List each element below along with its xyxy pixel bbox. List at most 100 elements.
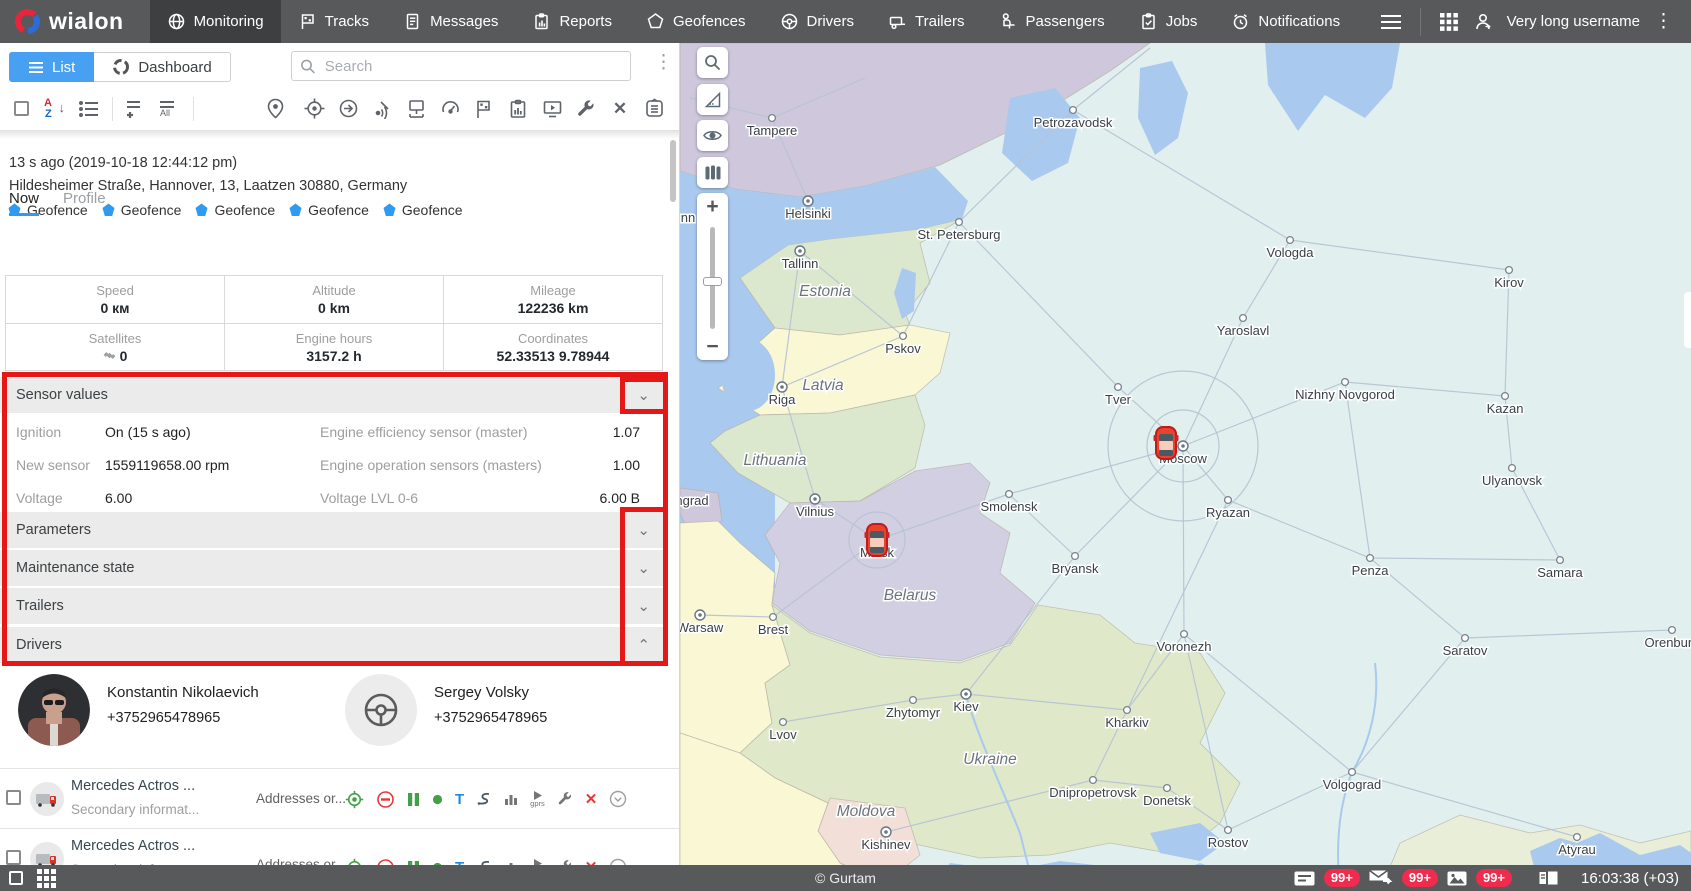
text-label-icon[interactable]: T: [455, 792, 464, 807]
media-image-icon[interactable]: [1447, 871, 1467, 886]
clear-x-button[interactable]: ✕: [607, 96, 633, 122]
tracks-flag-button[interactable]: [471, 96, 497, 122]
map-region-label: Moldova: [837, 803, 896, 820]
search-input[interactable]: [323, 57, 622, 76]
map-area[interactable]: TamperePetrozavodskHelsinkiSt. Petersbur…: [680, 43, 1691, 891]
properties-wrench-button[interactable]: [573, 96, 599, 122]
map-city-label: Petrozavodsk: [1034, 115, 1113, 130]
sensor-value: On (15 s ago): [105, 424, 191, 440]
wialon-logo-icon: [14, 8, 41, 35]
location-pin-icon[interactable]: [262, 96, 288, 122]
user-icon[interactable]: [1467, 12, 1499, 32]
layout-toggle-icon[interactable]: [1539, 871, 1558, 885]
nav-tab-notifications[interactable]: Notifications: [1214, 0, 1357, 43]
quick-report-button[interactable]: [505, 96, 531, 122]
map-city-label: nn: [681, 210, 695, 225]
motion-state-icon[interactable]: [407, 792, 420, 807]
hamburger-menu-icon[interactable]: [1372, 14, 1410, 30]
geofence-chip[interactable]: Geofence: [195, 202, 275, 218]
map-layers-button[interactable]: [697, 157, 728, 188]
speedometer-button[interactable]: [437, 96, 463, 122]
geofence-chip[interactable]: Geofence: [383, 202, 463, 218]
map-city-label: Helsinki: [785, 206, 831, 221]
nav-tab-trailers[interactable]: Trailers: [871, 0, 981, 43]
toolbar-divider: [112, 97, 113, 121]
notes-clipboard-button[interactable]: [641, 96, 667, 122]
unit-name[interactable]: Mercedes Actros ...: [71, 838, 195, 854]
unit-car-marker[interactable]: [865, 524, 890, 556]
panel-scrollbar-thumb[interactable]: [670, 140, 676, 202]
all-label: All: [160, 108, 170, 118]
move-to-unit-button[interactable]: [335, 96, 361, 122]
zoom-in-button[interactable]: +: [697, 193, 728, 221]
map-city: ngrad: [680, 493, 709, 508]
select-all-checkbox[interactable]: [8, 96, 34, 122]
user-menu-dots-icon[interactable]: ⋮: [1646, 12, 1681, 31]
unit-checkbox[interactable]: [6, 790, 21, 805]
map-city-label: Dnipropetrovsk: [1049, 785, 1137, 800]
notifications-log-icon[interactable]: [1294, 871, 1315, 886]
map-visibility-button[interactable]: [697, 120, 728, 151]
sensor-value: 6.00 В: [600, 490, 640, 506]
messages-badge[interactable]: 99+: [1402, 869, 1438, 887]
section-maintenance-state[interactable]: Maintenance state ⌄: [0, 550, 668, 586]
map-canvas[interactable]: TamperePetrozavodskHelsinkiSt. Petersbur…: [680, 43, 1691, 891]
tab-now[interactable]: Now: [9, 190, 39, 216]
media-badge[interactable]: 99+: [1476, 869, 1512, 887]
map-search-button[interactable]: [697, 47, 728, 78]
unit-checkbox[interactable]: [6, 850, 21, 865]
globe-icon: [167, 12, 186, 31]
show-all-button[interactable]: All: [157, 96, 183, 122]
add-to-list-button[interactable]: [123, 96, 149, 122]
notifications-badge[interactable]: 99+: [1324, 869, 1360, 887]
map-region-label: Ukraine: [963, 751, 1017, 768]
monitor-network-button[interactable]: [403, 96, 429, 122]
stat-coordinates: Coordinates 52.33513 9.78944: [444, 324, 662, 370]
chart-icon[interactable]: [504, 792, 518, 806]
unit-car-marker[interactable]: [1154, 427, 1179, 459]
track-trace-icon[interactable]: [476, 791, 492, 807]
dashboard-tab-button[interactable]: Dashboard: [94, 52, 230, 82]
no-data-ban-icon[interactable]: [376, 790, 395, 809]
truck-avatar: [30, 782, 64, 816]
zoom-out-button[interactable]: −: [697, 334, 728, 360]
section-trailers[interactable]: Trailers ⌄: [0, 588, 668, 624]
map-city-label: Riga: [769, 392, 797, 407]
list-view-button[interactable]: [76, 96, 102, 122]
geofence-chip[interactable]: Geofence: [102, 202, 182, 218]
messages-envelope-icon[interactable]: [1369, 870, 1393, 886]
unit-list-row[interactable]: Mercedes Actros ... Secondary informat..…: [0, 768, 680, 828]
remove-unit-x-icon[interactable]: ✕: [585, 792, 598, 807]
nav-tab-monitoring[interactable]: Monitoring: [150, 0, 281, 43]
expand-row-icon[interactable]: [609, 790, 627, 808]
nav-tab-geofences[interactable]: Geofences: [629, 0, 763, 43]
zoom-slider-handle[interactable]: [703, 277, 722, 286]
panel-toolbar: A↓Z All: [0, 87, 679, 131]
nav-tab-passengers[interactable]: Passengers: [981, 0, 1121, 43]
nav-tab-reports[interactable]: Reports: [515, 0, 629, 43]
nav-tab-tracks[interactable]: Tracks: [281, 0, 386, 43]
geofence-chip[interactable]: Geofence: [289, 202, 369, 218]
apps-grid-icon[interactable]: [1431, 12, 1467, 32]
search-options-dots-icon[interactable]: ⋮: [646, 53, 680, 72]
playback-screen-button[interactable]: [539, 96, 565, 122]
username[interactable]: Very long username: [1507, 13, 1640, 30]
wialon-logo[interactable]: wialon: [0, 0, 150, 43]
gprs-command-icon[interactable]: gprs: [530, 790, 545, 808]
track-on-map-icon[interactable]: [345, 790, 364, 809]
antenna-signal-button[interactable]: [369, 96, 395, 122]
section-parameters[interactable]: Parameters ⌄: [0, 512, 668, 548]
unit-name[interactable]: Mercedes Actros ...: [71, 778, 195, 794]
section-sensor-values[interactable]: Sensor values ⌄: [0, 377, 668, 413]
tab-profile[interactable]: Profile: [63, 190, 106, 216]
unit-properties-wrench-icon[interactable]: [557, 791, 573, 807]
sort-az-button[interactable]: A↓Z: [42, 96, 68, 122]
connection-state-icon[interactable]: [432, 794, 443, 805]
section-drivers[interactable]: Drivers ⌃: [0, 627, 668, 663]
list-tab-button[interactable]: List: [9, 52, 94, 82]
nav-tab-messages[interactable]: Messages: [386, 0, 515, 43]
track-unit-crosshair-button[interactable]: [301, 96, 327, 122]
nav-tab-drivers[interactable]: Drivers: [763, 0, 872, 43]
nav-tab-jobs[interactable]: Jobs: [1122, 0, 1215, 43]
map-measure-button[interactable]: [697, 84, 728, 115]
